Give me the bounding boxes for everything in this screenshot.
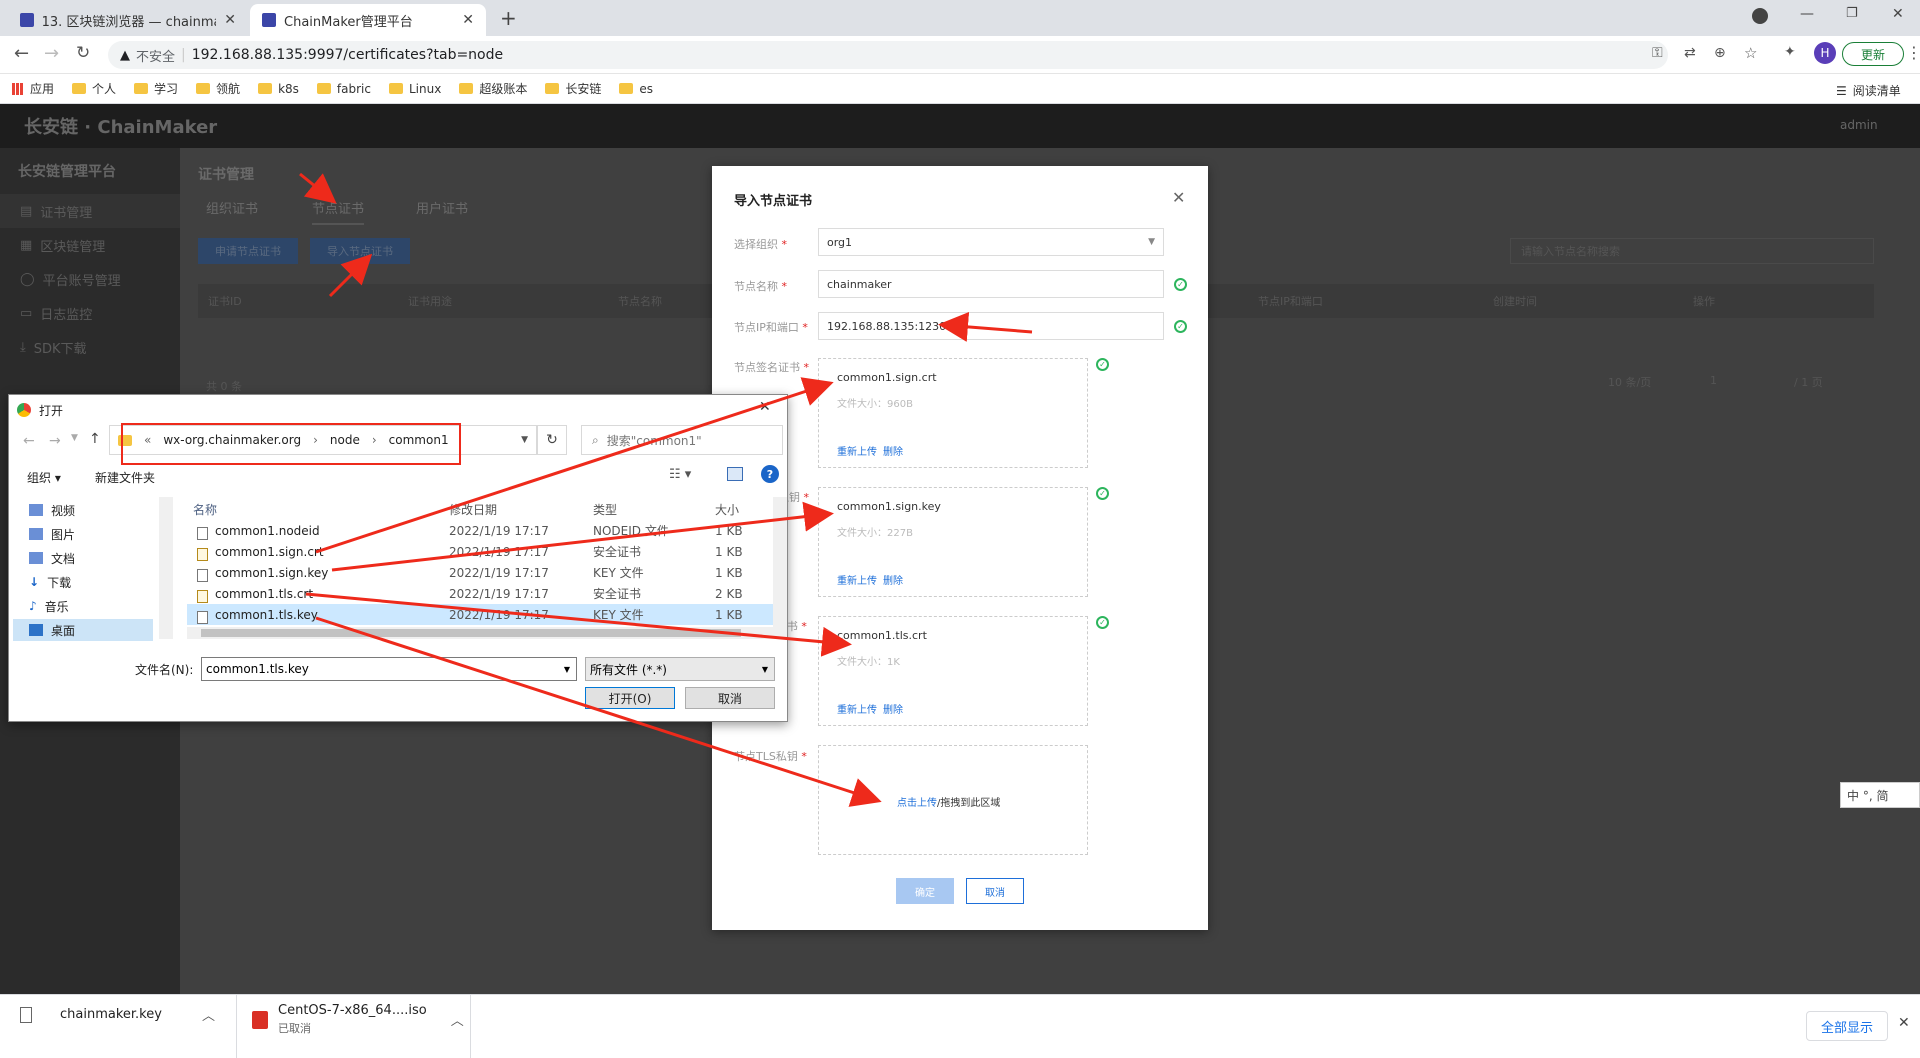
iso-file-icon (252, 1010, 268, 1029)
arrow-tls-crt (305, 592, 852, 657)
arrow-tls-key (315, 616, 882, 807)
download-name: CentOS-7-x86_64....iso (278, 1003, 427, 1018)
chevron-up-icon[interactable]: ︿ (202, 1005, 215, 1024)
download-item[interactable]: chainmaker.key ︿ (20, 1005, 215, 1024)
chevron-up-icon[interactable]: ︿ (451, 1010, 464, 1029)
annotation-overlay (121, 172, 1033, 807)
close-icon[interactable]: ✕ (1898, 1015, 1910, 1031)
download-status: 已取消 (278, 1022, 311, 1035)
file-icon (20, 1006, 32, 1023)
downloads-bar: chainmaker.key ︿ CentOS-7-x86_64....iso … (0, 994, 1920, 1058)
download-item[interactable]: CentOS-7-x86_64....iso 已取消 ︿ (252, 1003, 464, 1036)
download-name: chainmaker.key (60, 1007, 162, 1022)
path-highlight-box (121, 423, 461, 465)
ime-toolbar[interactable]: 中 °, 简 (1840, 782, 1920, 808)
arrow-to-import-button (328, 253, 373, 298)
arrow-to-node-tab (299, 172, 337, 204)
show-all-button[interactable]: 全部显示 (1806, 1011, 1888, 1041)
arrow-to-ip-field (938, 311, 1033, 342)
arrow-sign-crt (315, 377, 834, 554)
